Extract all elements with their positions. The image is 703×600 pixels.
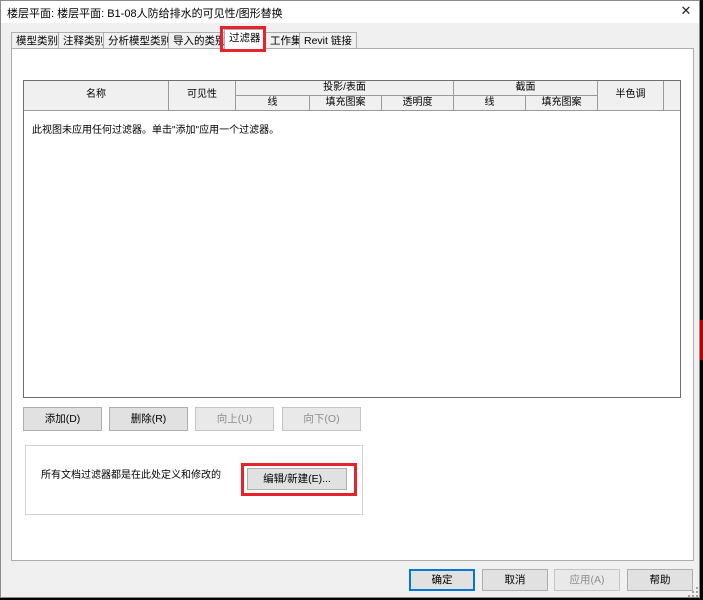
col-header-name[interactable]: 名称 bbox=[24, 81, 169, 111]
visibility-graphics-dialog: 楼层平面: 楼层平面: B1-08人防给排水的可见性/图形替换 ✕ 模型类别 注… bbox=[0, 0, 700, 598]
help-button[interactable]: 帮助 bbox=[627, 569, 693, 591]
cancel-button[interactable]: 取消 bbox=[482, 569, 548, 591]
col-header-projection-surface: 投影/表面 bbox=[236, 81, 454, 96]
filters-table: 名称 可见性 投影/表面 线 填充图案 透明度 截面 线 填充图案 半色调 此视… bbox=[23, 80, 681, 398]
col-header-halftone[interactable]: 半色调 bbox=[598, 81, 664, 111]
ok-button[interactable]: 确定 bbox=[409, 569, 475, 591]
col-header-cut: 截面 bbox=[454, 81, 598, 96]
add-filter-button[interactable]: 添加(D) bbox=[23, 407, 102, 431]
tab-revit-links[interactable]: Revit 链接 bbox=[299, 32, 357, 49]
header-filler bbox=[664, 81, 680, 111]
move-up-button[interactable]: 向上(U) bbox=[195, 407, 274, 431]
delete-filter-button[interactable]: 删除(R) bbox=[109, 407, 188, 431]
window-title: 楼层平面: 楼层平面: B1-08人防给排水的可见性/图形替换 bbox=[7, 8, 283, 20]
close-icon[interactable]: ✕ bbox=[673, 1, 699, 23]
col-header-cut-patterns[interactable]: 填充图案 bbox=[526, 96, 598, 111]
tab-filters[interactable]: 过滤器 bbox=[224, 29, 266, 49]
tab-model-categories[interactable]: 模型类别 bbox=[11, 32, 63, 49]
apply-button[interactable]: 应用(A) bbox=[554, 569, 620, 591]
resize-grip-icon[interactable] bbox=[687, 586, 699, 598]
empty-table-message: 此视图未应用任何过滤器。单击"添加"应用一个过滤器。 bbox=[32, 125, 280, 136]
col-header-proj-lines[interactable]: 线 bbox=[236, 96, 310, 111]
col-header-proj-patterns[interactable]: 填充图案 bbox=[310, 96, 382, 111]
tab-imported-categories[interactable]: 导入的类别 bbox=[168, 32, 231, 49]
move-down-button[interactable]: 向下(O) bbox=[282, 407, 361, 431]
filter-info-text: 所有文档过滤器都是在此处定义和修改的 bbox=[41, 470, 221, 481]
col-header-cut-lines[interactable]: 线 bbox=[454, 96, 526, 111]
tab-analytical-model-categories[interactable]: 分析模型类别 bbox=[103, 32, 176, 49]
col-header-proj-transparency[interactable]: 透明度 bbox=[382, 96, 454, 111]
edit-new-filters-button[interactable]: 编辑/新建(E)... bbox=[247, 468, 347, 490]
title-bar: 楼层平面: 楼层平面: B1-08人防给排水的可见性/图形替换 ✕ bbox=[1, 1, 699, 23]
col-header-visibility[interactable]: 可见性 bbox=[169, 81, 236, 111]
